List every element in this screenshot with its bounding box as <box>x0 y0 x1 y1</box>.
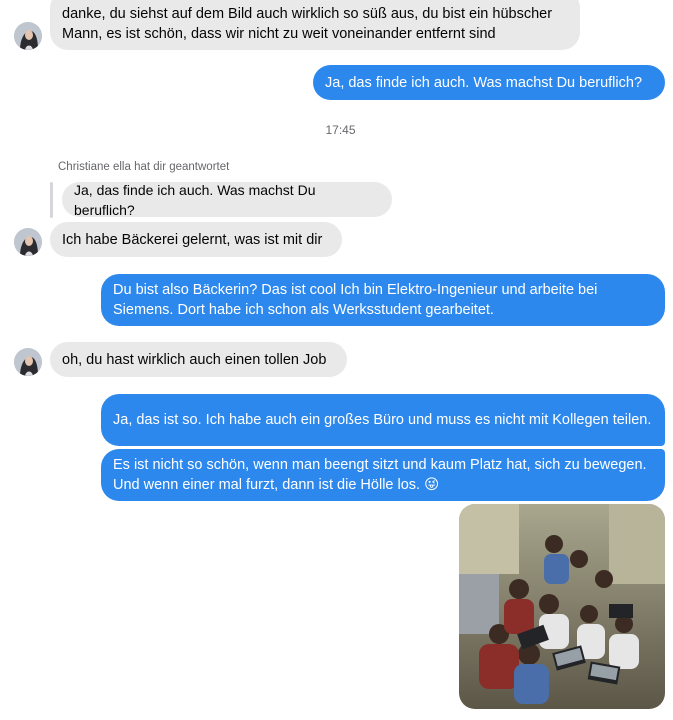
reply-indicator-bar <box>50 182 53 218</box>
avatar[interactable] <box>14 228 42 256</box>
message-incoming[interactable]: oh, du hast wirklich auch einen tollen J… <box>50 342 347 377</box>
avatar-photo <box>14 228 42 256</box>
photo-image <box>459 504 665 709</box>
message-text: Es ist nicht so schön, wenn man beengt s… <box>113 457 647 493</box>
message-incoming[interactable]: danke, du siehst auf dem Bild auch wirkl… <box>50 0 580 50</box>
avatar-photo <box>14 348 42 376</box>
message-text: Du bist also Bäckerin? Das ist cool Ich … <box>113 282 598 318</box>
message-text: Ja, das finde ich auch. Was machst Du be… <box>325 74 643 91</box>
reply-note: Christiane ella hat dir geantwortet <box>58 161 230 173</box>
message-outgoing[interactable]: Ja, das ist so. Ich habe auch ein großes… <box>101 394 665 446</box>
quoted-message[interactable]: Ja, das finde ich auch. Was machst Du be… <box>62 181 392 218</box>
avatar-photo <box>14 22 42 50</box>
message-text: Ich habe Bäckerei gelernt, was ist mit d… <box>62 231 323 248</box>
message-outgoing[interactable]: Es ist nicht so schön, wenn man beengt s… <box>101 449 665 501</box>
photo-attachment[interactable] <box>459 504 665 709</box>
timestamp: 17:45 <box>325 123 356 137</box>
quoted-message-text: Ja, das finde ich auch. Was machst Du be… <box>74 181 316 218</box>
avatar[interactable] <box>14 348 42 376</box>
message-outgoing[interactable]: Du bist also Bäckerin? Das ist cool Ich … <box>101 274 665 326</box>
avatar[interactable] <box>14 22 42 50</box>
message-incoming[interactable]: Ich habe Bäckerei gelernt, was ist mit d… <box>50 222 342 257</box>
message-text: danke, du siehst auf dem Bild auch wirkl… <box>62 6 553 42</box>
message-text: oh, du hast wirklich auch einen tollen J… <box>62 351 327 368</box>
message-text: Ja, das ist so. Ich habe auch ein großes… <box>113 412 652 428</box>
message-outgoing[interactable]: Ja, das finde ich auch. Was machst Du be… <box>313 65 665 100</box>
